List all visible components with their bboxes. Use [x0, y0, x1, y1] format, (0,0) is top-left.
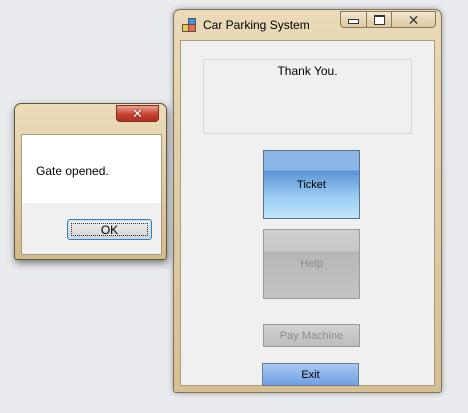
close-icon: ✕ — [132, 106, 143, 121]
close-button[interactable]: ✕ — [391, 11, 436, 28]
message-dialog: ✕ Gate opened. OK — [14, 103, 167, 260]
help-button[interactable]: Help — [263, 229, 360, 299]
dialog-message: Gate opened. — [36, 164, 109, 178]
caption-buttons: ✕ — [340, 11, 436, 29]
minimize-icon — [348, 19, 359, 24]
dialog-message-area: Gate opened. — [22, 135, 161, 203]
dialog-body: Gate opened. OK — [21, 134, 162, 255]
ok-button[interactable]: OK — [67, 219, 152, 240]
message-panel: Thank You. — [203, 59, 412, 134]
focus-rectangle — [71, 223, 148, 236]
main-title-bar[interactable]: Car Parking System ✕ — [174, 10, 441, 40]
pay-machine-button[interactable]: Pay Machine — [263, 324, 360, 347]
maximize-icon — [373, 14, 385, 25]
main-client-area: Thank You. Ticket Help Pay Machine Exit — [180, 40, 435, 386]
main-window: Car Parking System ✕ Thank You. Ticket H… — [173, 9, 442, 393]
close-icon: ✕ — [407, 11, 420, 28]
maximize-button[interactable] — [366, 11, 391, 28]
app-window-icon — [182, 18, 196, 32]
ticket-button[interactable]: Ticket — [263, 150, 360, 219]
exit-button[interactable]: Exit — [262, 363, 359, 386]
minimize-button[interactable] — [340, 11, 366, 28]
dialog-close-button[interactable]: ✕ — [116, 105, 159, 122]
window-title: Car Parking System — [203, 18, 310, 32]
message-label: Thank You. — [277, 64, 338, 78]
